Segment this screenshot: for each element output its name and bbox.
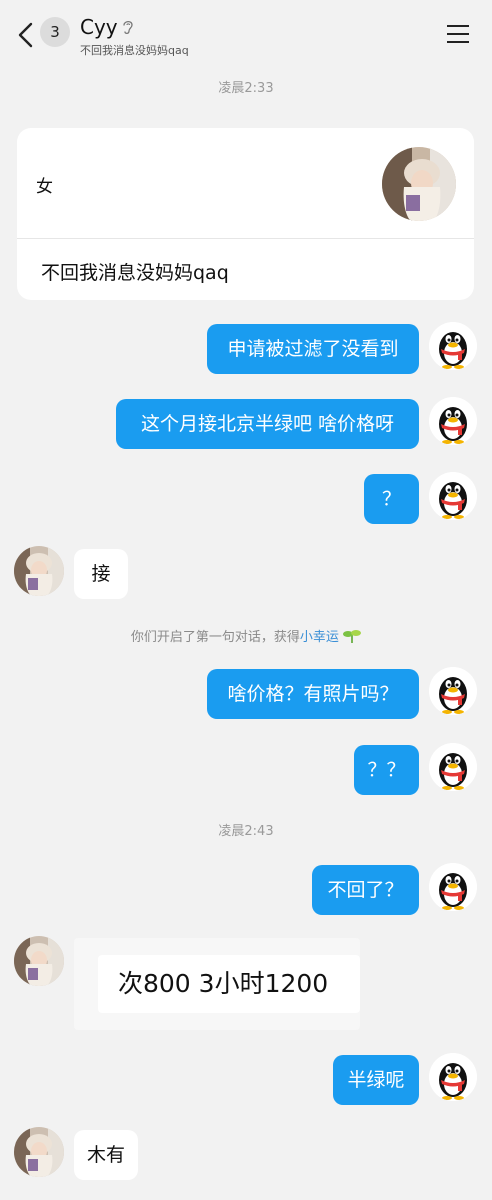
incoming-message[interactable]: 次800 3小时1200 bbox=[74, 938, 360, 1030]
my-avatar[interactable] bbox=[429, 322, 477, 370]
outgoing-message[interactable]: 申请被过滤了没看到 bbox=[207, 324, 419, 374]
contact-photo bbox=[14, 546, 64, 596]
unread-count-badge[interactable]: 3 bbox=[40, 17, 70, 47]
timestamp: 凌晨2:33 bbox=[218, 81, 274, 96]
lucky-link[interactable]: 小幸运 bbox=[300, 630, 339, 645]
outgoing-message[interactable]: 半绿呢 bbox=[333, 1055, 419, 1105]
penguin-icon bbox=[429, 322, 477, 370]
my-avatar[interactable] bbox=[429, 397, 477, 445]
my-avatar[interactable] bbox=[429, 472, 477, 520]
sprout-icon bbox=[343, 630, 362, 643]
outgoing-message[interactable]: 这个月接北京半绿吧 啥价格呀 bbox=[116, 399, 419, 449]
my-avatar[interactable] bbox=[429, 667, 477, 715]
contact-avatar[interactable] bbox=[14, 546, 64, 596]
penguin-icon bbox=[429, 667, 477, 715]
contact-avatar[interactable] bbox=[14, 936, 64, 986]
system-notice: 你们开启了第一句对话，获得小幸运 bbox=[0, 626, 492, 645]
chat-header: 3 Cyy 不回我消息没妈妈qaq bbox=[0, 0, 492, 70]
profile-card[interactable]: 女 不回我消息没妈妈qaq bbox=[17, 128, 474, 300]
profile-gender: 女 bbox=[36, 177, 53, 197]
contact-signature: 不回我消息没妈妈qaq bbox=[80, 44, 189, 57]
incoming-message-text: 次800 3小时1200 bbox=[98, 955, 360, 1013]
contact-name[interactable]: Cyy bbox=[80, 15, 118, 39]
penguin-icon bbox=[429, 397, 477, 445]
system-notice-text: 你们开启了第一句对话，获得 bbox=[130, 630, 300, 645]
incoming-message[interactable]: 接 bbox=[74, 549, 128, 599]
menu-icon[interactable] bbox=[446, 24, 470, 44]
profile-signature: 不回我消息没妈妈qaq bbox=[41, 262, 229, 284]
incoming-message[interactable]: 木有 bbox=[74, 1130, 138, 1180]
outgoing-message[interactable]: 不回了？ bbox=[312, 865, 419, 915]
timestamp: 凌晨2:43 bbox=[218, 824, 274, 839]
chevron-left-icon[interactable] bbox=[14, 20, 40, 50]
penguin-icon bbox=[429, 863, 477, 911]
outgoing-message[interactable]: ？ bbox=[364, 474, 419, 524]
ear-icon bbox=[123, 20, 133, 35]
penguin-icon bbox=[429, 472, 477, 520]
penguin-icon bbox=[429, 743, 477, 791]
card-divider bbox=[17, 238, 474, 239]
my-avatar[interactable] bbox=[429, 1053, 477, 1101]
profile-avatar[interactable] bbox=[382, 147, 456, 221]
penguin-icon bbox=[429, 1053, 477, 1101]
outgoing-message[interactable]: ？？ bbox=[354, 745, 419, 795]
contact-photo bbox=[14, 936, 64, 986]
contact-photo bbox=[14, 1127, 64, 1177]
contact-avatar[interactable] bbox=[14, 1127, 64, 1177]
my-avatar[interactable] bbox=[429, 863, 477, 911]
outgoing-message[interactable]: 啥价格？有照片吗？ bbox=[207, 669, 419, 719]
my-avatar[interactable] bbox=[429, 743, 477, 791]
